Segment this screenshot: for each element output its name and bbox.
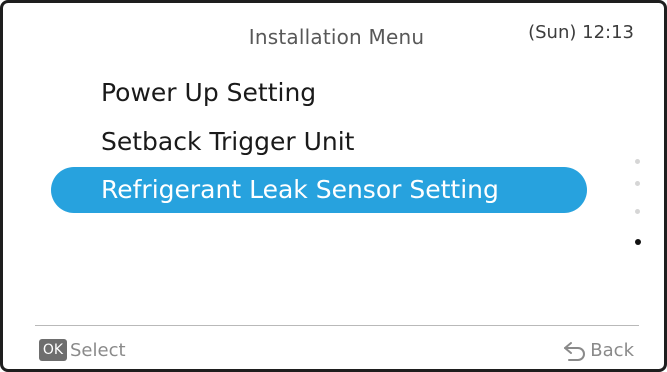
back-arrow-icon	[564, 342, 586, 361]
footer-divider	[35, 325, 639, 326]
menu-item-refrigerant-leak-sensor-setting[interactable]: Refrigerant Leak Sensor Setting	[51, 167, 587, 213]
page-dot	[635, 209, 640, 214]
page-dot	[635, 159, 640, 164]
clock-display: (Sun) 12:13	[528, 22, 634, 43]
back-button[interactable]: Back	[562, 339, 634, 361]
back-label: Back	[590, 339, 634, 361]
page-dot-active	[635, 239, 641, 245]
ok-badge: OK	[39, 339, 67, 361]
page-dot	[635, 181, 640, 186]
menu-item-power-up-setting[interactable]: Power Up Setting	[101, 78, 316, 107]
select-label: Select	[70, 339, 126, 361]
select-button[interactable]: OK Select	[39, 339, 126, 361]
menu-item-setback-trigger-unit[interactable]: Setback Trigger Unit	[101, 127, 354, 156]
device-screen: Installation Menu (Sun) 12:13 Power Up S…	[0, 0, 667, 372]
